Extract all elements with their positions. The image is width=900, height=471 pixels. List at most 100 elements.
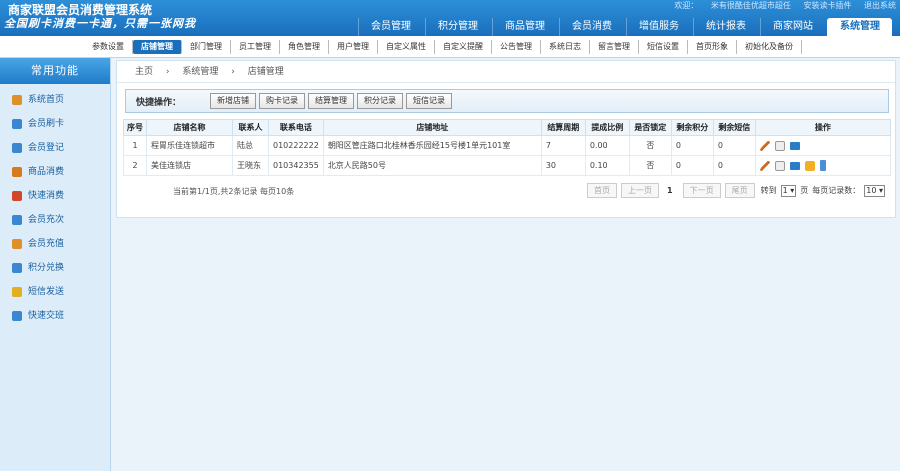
subnav-messages[interactable]: 留言管理 (590, 40, 639, 54)
nav-member-consume[interactable]: 会员消费 (559, 18, 624, 36)
cell-ops (754, 155, 892, 176)
pager-info: 当前第1/1页,共2条记录 每页10条 (173, 187, 295, 196)
subnav-system-log[interactable]: 系统日志 (541, 40, 590, 54)
col-header: 序号 (123, 119, 147, 136)
sidebar-item-recharge-times[interactable]: 会员充次 (0, 208, 110, 232)
store-name-link[interactable]: 米有很酷佳优超市超任 (711, 1, 791, 10)
sms-icon (12, 287, 22, 297)
points-records-button[interactable]: 积分记录 (357, 93, 403, 109)
subnav-init-backup[interactable]: 初始化及备份 (737, 40, 802, 54)
next-page-button[interactable]: 下一页 (682, 183, 721, 198)
sidebar-item-member-card[interactable]: 会员刷卡 (0, 112, 110, 136)
sidebar-title: 常用功能 (0, 58, 110, 84)
subnav-custom-reminders[interactable]: 自定义提醒 (435, 40, 492, 54)
subnav-employees[interactable]: 员工管理 (231, 40, 280, 54)
sidebar-list: 系统首页 会员刷卡 会员登记 商品消费 快速消费 会员充次 会员充值 积分兑换 … (0, 84, 110, 328)
subnav-users[interactable]: 用户管理 (329, 40, 378, 54)
nav-product-mgmt[interactable]: 商品管理 (492, 18, 557, 36)
welcome-text: 欢迎： (674, 1, 699, 10)
lock-icon[interactable] (774, 160, 785, 171)
nav-system-mgmt[interactable]: 系统管理 (827, 18, 892, 36)
per-page-select[interactable]: 10 ▾ (864, 184, 885, 197)
install-plugin-link[interactable]: 安装读卡插件 (803, 1, 851, 10)
breadcrumb-separator: › (231, 67, 235, 77)
goto-page-value: 1 (782, 185, 788, 195)
breadcrumb-current: 店铺管理 (247, 67, 284, 77)
lock-icon[interactable] (774, 140, 785, 151)
sidebar-item-points-exchange[interactable]: 积分兑换 (0, 256, 110, 280)
home-icon (12, 95, 22, 105)
table-header-row: 序号 店铺名称 联系人 联系电话 店铺地址 结算周期 提成比例 是否锁定 剩余积… (123, 119, 892, 136)
cell-contact: 王晓东 (232, 155, 269, 176)
cart-icon (12, 167, 22, 177)
last-page-button[interactable]: 尾页 (724, 183, 755, 198)
subnav-departments[interactable]: 部门管理 (182, 40, 231, 54)
subnav-custom-attrs[interactable]: 自定义属性 (378, 40, 435, 54)
cell-address: 北京人民路50号 (322, 155, 542, 176)
sidebar-item-label: 会员登记 (28, 143, 65, 153)
edit-icon[interactable] (759, 160, 770, 171)
goto-page-select[interactable]: 1 ▾ (780, 184, 797, 197)
sidebar-item-recharge[interactable]: 会员充值 (0, 232, 110, 256)
col-header: 是否锁定 (628, 119, 672, 136)
phone-icon[interactable] (819, 160, 826, 171)
sms-records-button[interactable]: 短信记录 (406, 93, 452, 109)
sidebar-item-label: 系统首页 (28, 95, 65, 105)
cell-commission: 0.00 (584, 135, 630, 156)
stores-table: 序号 店铺名称 联系人 联系电话 店铺地址 结算周期 提成比例 是否锁定 剩余积… (123, 119, 892, 176)
subnav-params[interactable]: 参数设置 (84, 40, 133, 54)
sidebar-item-label: 快速交班 (28, 311, 65, 321)
col-header: 操作 (754, 119, 892, 136)
sidebar-item-label: 快速消费 (28, 191, 65, 201)
cell-index: 2 (123, 155, 147, 176)
card-icon[interactable] (789, 161, 800, 170)
col-header: 结算周期 (540, 119, 586, 136)
cell-phone: 010222222 (268, 135, 324, 156)
logout-link[interactable]: 退出系统 (864, 1, 896, 10)
add-store-button[interactable]: 新增店铺 (210, 93, 256, 109)
subnav-stores[interactable]: 店铺管理 (133, 40, 182, 54)
top-links: 欢迎： 米有很酷佳优超市超任 安装读卡插件 退出系统 (664, 0, 896, 11)
per-page-label: 每页记录数： (812, 186, 861, 195)
subnav-sms-settings[interactable]: 短信设置 (639, 40, 688, 54)
col-header: 剩余短信 (712, 119, 756, 136)
first-page-button[interactable]: 首页 (587, 183, 618, 198)
nav-points-mgmt[interactable]: 积分管理 (425, 18, 490, 36)
app-header: 商家联盟会员消费管理系统 全国刷卡消费一卡通，只需一张网我 欢迎： 米有很酷佳优… (0, 0, 900, 36)
cell-settle-cycle: 30 (540, 155, 586, 176)
app-slogan: 全国刷卡消费一卡通，只需一张网我 (4, 17, 196, 30)
edit-icon[interactable] (759, 140, 770, 151)
main-content: 主页 › 系统管理 › 店铺管理 快捷操作： 新增店铺 购卡记录 结算管理 积分… (116, 60, 896, 218)
nav-member-mgmt[interactable]: 会员管理 (358, 18, 423, 36)
sidebar-item-fast-consume[interactable]: 快速消费 (0, 184, 110, 208)
sidebar-item-member-register[interactable]: 会员登记 (0, 136, 110, 160)
cell-sms-left: 0 (712, 135, 756, 156)
sidebar: 常用功能 系统首页 会员刷卡 会员登记 商品消费 快速消费 会员充次 会员充值 … (0, 58, 111, 471)
card-records-button[interactable]: 购卡记录 (259, 93, 305, 109)
sidebar-item-label: 商品消费 (28, 167, 65, 177)
quick-ops-bar: 快捷操作： 新增店铺 购卡记录 结算管理 积分记录 短信记录 (125, 89, 889, 113)
prev-page-button[interactable]: 上一页 (621, 183, 660, 198)
recharge-icon (12, 239, 22, 249)
subnav-announcements[interactable]: 公告管理 (492, 40, 541, 54)
sidebar-item-home[interactable]: 系统首页 (0, 88, 110, 112)
nav-reports[interactable]: 统计报表 (693, 18, 758, 36)
breadcrumb-system[interactable]: 系统管理 (182, 67, 218, 77)
card-icon[interactable] (789, 141, 800, 150)
col-header: 店铺名称 (146, 119, 233, 136)
sidebar-item-sms[interactable]: 短信发送 (0, 280, 110, 304)
package-icon[interactable] (804, 160, 815, 171)
user-card-icon (12, 119, 22, 129)
cell-phone: 010342355 (268, 155, 324, 176)
sidebar-item-shift[interactable]: 快速交班 (0, 304, 110, 328)
breadcrumb-home[interactable]: 主页 (135, 67, 153, 77)
cell-store-name: 美佳连锁店 (146, 155, 233, 176)
subnav-roles[interactable]: 角色管理 (280, 40, 329, 54)
sidebar-item-product-consume[interactable]: 商品消费 (0, 160, 110, 184)
nav-value-added[interactable]: 增值服务 (626, 18, 691, 36)
nav-merchant-site[interactable]: 商家网站 (760, 18, 825, 36)
sidebar-item-label: 会员充次 (28, 215, 65, 225)
cell-commission: 0.10 (584, 155, 630, 176)
subnav-home-image[interactable]: 首页形象 (688, 40, 737, 54)
settlement-button[interactable]: 结算管理 (308, 93, 354, 109)
